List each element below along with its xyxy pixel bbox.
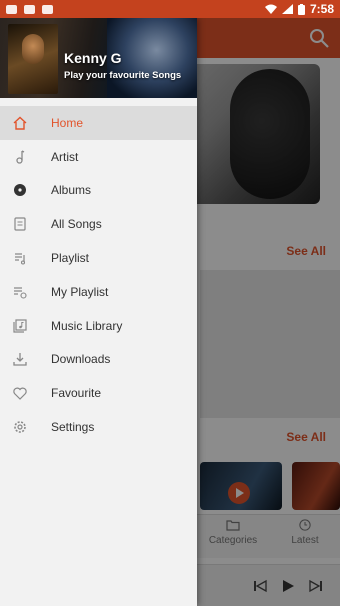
drawer-menu: Home Artist Albums All Songs Playlist My… (0, 106, 197, 444)
signal-icon (281, 4, 293, 14)
drawer-header: Kenny G Play your favourite Songs (0, 18, 197, 98)
playlist-icon (12, 250, 28, 266)
my-playlist-icon (12, 284, 28, 300)
menu-item-my-playlist[interactable]: My Playlist (0, 275, 197, 309)
menu-label: Albums (51, 183, 92, 198)
menu-label: All Songs (51, 217, 102, 232)
status-bar: 7:58 (0, 0, 340, 18)
drawer-title: Kenny G (64, 50, 122, 66)
menu-label: Home (51, 115, 84, 130)
menu-item-favourite[interactable]: Favourite (0, 376, 197, 410)
menu-item-playlist[interactable]: Playlist (0, 241, 197, 275)
menu-item-downloads[interactable]: Downloads (0, 343, 197, 377)
menu-label: Music Library (51, 318, 123, 333)
drawer-subtitle: Play your favourite Songs (64, 70, 182, 81)
heart-icon (12, 385, 28, 401)
menu-label: Playlist (51, 251, 90, 266)
status-time: 7:58 (309, 2, 334, 16)
menu-item-music-library[interactable]: Music Library (0, 309, 197, 343)
wifi-icon (264, 4, 277, 14)
gear-icon (12, 419, 28, 435)
menu-item-albums[interactable]: Albums (0, 174, 197, 208)
music-library-icon (12, 318, 28, 334)
menu-item-settings[interactable]: Settings (0, 410, 197, 444)
menu-label: Favourite (51, 386, 102, 401)
artist-icon (12, 149, 28, 165)
menu-item-home[interactable]: Home (0, 106, 197, 140)
navigation-drawer: Kenny G Play your favourite Songs Home A… (0, 18, 197, 606)
home-icon (12, 115, 28, 131)
notification-icon (42, 4, 53, 14)
menu-label: Downloads (51, 352, 111, 367)
downloads-icon (12, 351, 28, 367)
menu-item-artist[interactable]: Artist (0, 140, 197, 174)
notification-icon (6, 4, 17, 14)
albums-icon (12, 182, 28, 198)
menu-label: Settings (51, 420, 95, 435)
menu-label: My Playlist (51, 284, 109, 299)
menu-item-all-songs[interactable]: All Songs (0, 207, 197, 241)
all-songs-icon (12, 216, 28, 232)
notification-icon (24, 4, 35, 14)
menu-label: Artist (51, 149, 79, 164)
notification-icons (6, 4, 53, 14)
battery-icon (297, 3, 305, 15)
artist-photo (8, 24, 58, 94)
